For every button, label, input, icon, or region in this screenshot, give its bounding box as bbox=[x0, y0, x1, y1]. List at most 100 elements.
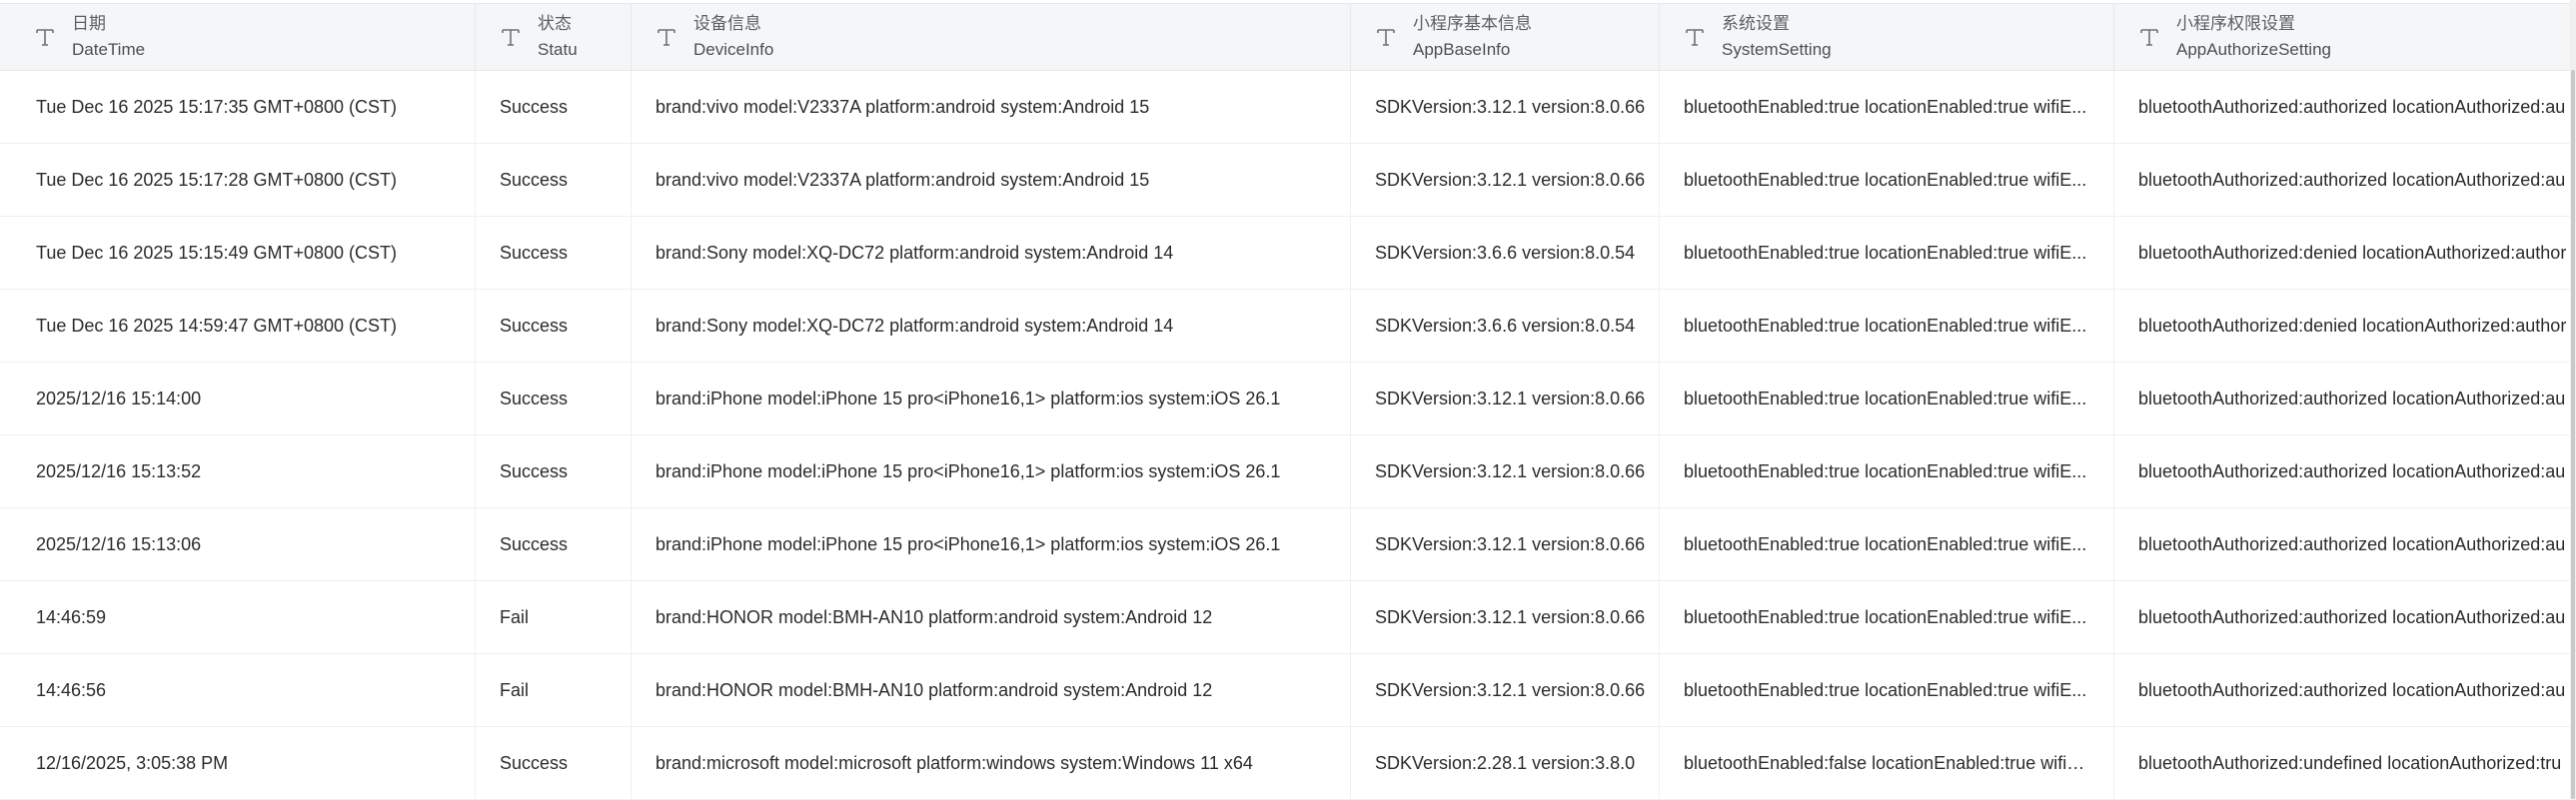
cell-systemsetting-text: bluetoothEnabled:true locationEnabled:tr… bbox=[1684, 169, 2087, 190]
cell-datetime[interactable]: 14:46:56 bbox=[0, 654, 476, 726]
column-title-zh: 系统设置 bbox=[1722, 14, 1790, 33]
table-row[interactable]: Tue Dec 16 2025 15:17:35 GMT+0800 (CST) S… bbox=[0, 71, 2576, 144]
text-type-icon bbox=[1684, 26, 1706, 48]
column-header-datetime[interactable]: 日期 DateTime bbox=[0, 4, 476, 70]
cell-appauthorizesetting[interactable]: bluetoothAuthorized:authorized locationA… bbox=[2114, 363, 2576, 434]
cell-appauthorizesetting[interactable]: bluetoothAuthorized:authorized locationA… bbox=[2114, 144, 2576, 216]
vertical-scrollbar[interactable] bbox=[2570, 0, 2576, 800]
cell-deviceinfo-text: brand:vivo model:V2337A platform:android… bbox=[655, 169, 1150, 190]
table-row[interactable]: 2025/12/16 15:13:52 Success brand:iPhone m… bbox=[0, 435, 2576, 508]
cell-appbaseinfo[interactable]: SDKVersion:3.12.1 version:8.0.66 bbox=[1351, 144, 1660, 216]
cell-systemsetting[interactable]: bluetoothEnabled:true locationEnabled:tr… bbox=[1660, 654, 2114, 726]
cell-status[interactable]: Success bbox=[476, 144, 632, 216]
cell-datetime[interactable]: Tue Dec 16 2025 14:59:47 GMT+0800 (CST) bbox=[0, 290, 476, 362]
column-title-en: SystemSetting bbox=[1722, 40, 1832, 59]
cell-systemsetting[interactable]: bluetoothEnabled:true locationEnabled:tr… bbox=[1660, 71, 2114, 143]
table-row[interactable]: 2025/12/16 15:13:06 Success brand:iPhone m… bbox=[0, 508, 2576, 581]
cell-status-text: Success bbox=[500, 315, 569, 336]
cell-appauthorizesetting-text: bluetoothAuthorized:authorized locationA… bbox=[2138, 169, 2566, 190]
cell-status[interactable]: Success bbox=[476, 217, 632, 289]
cell-deviceinfo[interactable]: brand:vivo model:V2337A platform:android… bbox=[632, 71, 1351, 143]
column-header-deviceinfo[interactable]: 设备信息 DeviceInfo bbox=[632, 4, 1351, 70]
cell-status[interactable]: Success bbox=[476, 508, 632, 580]
text-type-icon bbox=[1375, 26, 1397, 48]
table-row[interactable]: Tue Dec 16 2025 15:15:49 GMT+0800 (CST) S… bbox=[0, 217, 2576, 290]
cell-datetime[interactable]: 14:46:59 bbox=[0, 581, 476, 653]
cell-status[interactable]: Fail bbox=[476, 654, 632, 726]
cell-appauthorizesetting-text: bluetoothAuthorized:undefined locationAu… bbox=[2138, 752, 2562, 773]
cell-status[interactable]: Success bbox=[476, 727, 632, 799]
cell-deviceinfo[interactable]: brand:iPhone model:iPhone 15 pro<iPhone1… bbox=[632, 435, 1351, 507]
cell-deviceinfo-text: brand:microsoft model:microsoft platform… bbox=[655, 752, 1253, 773]
cell-appbaseinfo-text: SDKVersion:3.12.1 version:8.0.66 bbox=[1375, 96, 1646, 117]
cell-datetime[interactable]: 12/16/2025, 3:05:38 PM bbox=[0, 727, 476, 799]
cell-appbaseinfo[interactable]: SDKVersion:3.6.6 version:8.0.54 bbox=[1351, 217, 1660, 289]
cell-systemsetting[interactable]: bluetoothEnabled:true locationEnabled:tr… bbox=[1660, 508, 2114, 580]
cell-systemsetting[interactable]: bluetoothEnabled:true locationEnabled:tr… bbox=[1660, 290, 2114, 362]
cell-deviceinfo[interactable]: brand:microsoft model:microsoft platform… bbox=[632, 727, 1351, 799]
cell-systemsetting[interactable]: bluetoothEnabled:true locationEnabled:tr… bbox=[1660, 581, 2114, 653]
cell-appauthorizesetting[interactable]: bluetoothAuthorized:undefined locationAu… bbox=[2114, 727, 2576, 799]
cell-datetime[interactable]: Tue Dec 16 2025 15:15:49 GMT+0800 (CST) bbox=[0, 217, 476, 289]
cell-appbaseinfo[interactable]: SDKVersion:3.6.6 version:8.0.54 bbox=[1351, 290, 1660, 362]
cell-appauthorizesetting[interactable]: bluetoothAuthorized:authorized locationA… bbox=[2114, 581, 2576, 653]
cell-appbaseinfo[interactable]: SDKVersion:3.12.1 version:8.0.66 bbox=[1351, 581, 1660, 653]
cell-datetime-text: 14:46:59 bbox=[36, 606, 107, 627]
cell-appbaseinfo[interactable]: SDKVersion:3.12.1 version:8.0.66 bbox=[1351, 71, 1660, 143]
table-row[interactable]: Tue Dec 16 2025 14:59:47 GMT+0800 (CST) S… bbox=[0, 290, 2576, 363]
table-row[interactable]: 12/16/2025, 3:05:38 PM Success brand:micro… bbox=[0, 727, 2576, 800]
cell-datetime[interactable]: Tue Dec 16 2025 15:17:35 GMT+0800 (CST) bbox=[0, 71, 476, 143]
cell-datetime-text: 2025/12/16 15:13:52 bbox=[36, 460, 202, 481]
column-header-status[interactable]: 状态 Statu bbox=[476, 4, 632, 70]
cell-appbaseinfo[interactable]: SDKVersion:3.12.1 version:8.0.66 bbox=[1351, 435, 1660, 507]
cell-appbaseinfo[interactable]: SDKVersion:2.28.1 version:3.8.0 bbox=[1351, 727, 1660, 799]
cell-appbaseinfo-text: SDKVersion:3.12.1 version:8.0.66 bbox=[1375, 606, 1646, 627]
cell-status[interactable]: Success bbox=[476, 71, 632, 143]
cell-deviceinfo[interactable]: brand:HONOR model:BMH-AN10 platform:andr… bbox=[632, 581, 1351, 653]
table-row[interactable]: 2025/12/16 15:14:00 Success brand:iPhone m… bbox=[0, 363, 2576, 435]
cell-deviceinfo[interactable]: brand:Sony model:XQ-DC72 platform:androi… bbox=[632, 290, 1351, 362]
column-header-appbaseinfo[interactable]: 小程序基本信息 AppBaseInfo bbox=[1351, 4, 1660, 70]
cell-appbaseinfo[interactable]: SDKVersion:3.12.1 version:8.0.66 bbox=[1351, 508, 1660, 580]
cell-datetime[interactable]: 2025/12/16 15:14:00 bbox=[0, 363, 476, 434]
cell-systemsetting[interactable]: bluetoothEnabled:true locationEnabled:tr… bbox=[1660, 144, 2114, 216]
cell-systemsetting-text: bluetoothEnabled:true locationEnabled:tr… bbox=[1684, 315, 2087, 336]
text-type-icon bbox=[34, 26, 56, 48]
table-row[interactable]: 14:46:59 Fail brand:HONOR model:BMH-AN10 p… bbox=[0, 581, 2576, 654]
cell-appauthorizesetting[interactable]: bluetoothAuthorized:denied locationAutho… bbox=[2114, 217, 2576, 289]
cell-deviceinfo[interactable]: brand:HONOR model:BMH-AN10 platform:andr… bbox=[632, 654, 1351, 726]
cell-systemsetting[interactable]: bluetoothEnabled:true locationEnabled:tr… bbox=[1660, 217, 2114, 289]
cell-datetime[interactable]: 2025/12/16 15:13:06 bbox=[0, 508, 476, 580]
cell-datetime[interactable]: Tue Dec 16 2025 15:17:28 GMT+0800 (CST) bbox=[0, 144, 476, 216]
cell-deviceinfo-text: brand:Sony model:XQ-DC72 platform:androi… bbox=[655, 242, 1174, 263]
cell-appauthorizesetting[interactable]: bluetoothAuthorized:authorized locationA… bbox=[2114, 508, 2576, 580]
cell-status[interactable]: Success bbox=[476, 290, 632, 362]
cell-appauthorizesetting[interactable]: bluetoothAuthorized:authorized locationA… bbox=[2114, 71, 2576, 143]
cell-status-text: Fail bbox=[500, 606, 530, 627]
cell-status[interactable]: Fail bbox=[476, 581, 632, 653]
scrollbar-thumb[interactable] bbox=[2571, 70, 2575, 799]
cell-deviceinfo[interactable]: brand:Sony model:XQ-DC72 platform:androi… bbox=[632, 217, 1351, 289]
cell-appbaseinfo[interactable]: SDKVersion:3.12.1 version:8.0.66 bbox=[1351, 363, 1660, 434]
cell-systemsetting[interactable]: bluetoothEnabled:false locationEnabled:t… bbox=[1660, 727, 2114, 799]
cell-datetime[interactable]: 2025/12/16 15:13:52 bbox=[0, 435, 476, 507]
cell-status[interactable]: Success bbox=[476, 435, 632, 507]
cell-deviceinfo[interactable]: brand:iPhone model:iPhone 15 pro<iPhone1… bbox=[632, 363, 1351, 434]
table-row[interactable]: Tue Dec 16 2025 15:17:28 GMT+0800 (CST) S… bbox=[0, 144, 2576, 217]
cell-deviceinfo[interactable]: brand:iPhone model:iPhone 15 pro<iPhone1… bbox=[632, 508, 1351, 580]
cell-appauthorizesetting-text: bluetoothAuthorized:denied locationAutho… bbox=[2138, 242, 2567, 263]
cell-appbaseinfo[interactable]: SDKVersion:3.12.1 version:8.0.66 bbox=[1351, 654, 1660, 726]
cell-appauthorizesetting[interactable]: bluetoothAuthorized:denied locationAutho… bbox=[2114, 290, 2576, 362]
cell-appauthorizesetting[interactable]: bluetoothAuthorized:authorized locationA… bbox=[2114, 435, 2576, 507]
cell-appauthorizesetting[interactable]: bluetoothAuthorized:authorized locationA… bbox=[2114, 654, 2576, 726]
cell-datetime-text: Tue Dec 16 2025 15:15:49 GMT+0800 (CST) bbox=[36, 242, 398, 263]
cell-appauthorizesetting-text: bluetoothAuthorized:authorized locationA… bbox=[2138, 96, 2566, 117]
column-header-systemsetting[interactable]: 系统设置 SystemSetting bbox=[1660, 4, 2114, 70]
cell-status[interactable]: Success bbox=[476, 363, 632, 434]
cell-systemsetting[interactable]: bluetoothEnabled:true locationEnabled:tr… bbox=[1660, 435, 2114, 507]
cell-systemsetting[interactable]: bluetoothEnabled:true locationEnabled:tr… bbox=[1660, 363, 2114, 434]
cell-status-text: Success bbox=[500, 96, 569, 117]
cell-deviceinfo[interactable]: brand:vivo model:V2337A platform:android… bbox=[632, 144, 1351, 216]
table-row[interactable]: 14:46:56 Fail brand:HONOR model:BMH-AN10 p… bbox=[0, 654, 2576, 727]
column-header-appauthorizesetting[interactable]: 小程序权限设置 AppAuthorizeSetting bbox=[2114, 4, 2576, 70]
